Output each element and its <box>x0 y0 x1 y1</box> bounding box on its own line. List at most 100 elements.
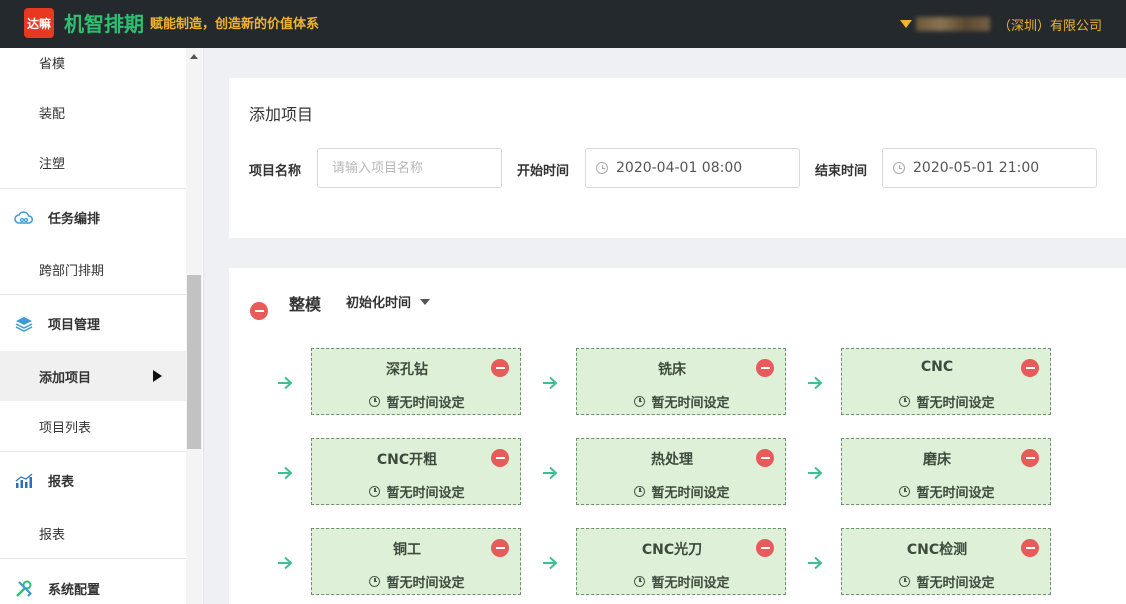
remove-step-button[interactable] <box>756 539 774 557</box>
clock-icon <box>369 486 381 497</box>
clock-icon <box>596 162 608 174</box>
process-card[interactable]: CNC检测暂无时间设定 <box>841 528 1051 595</box>
no-time-text: 暂无时间设定 <box>916 576 995 591</box>
clock-icon <box>634 486 646 497</box>
remove-step-button[interactable] <box>1021 359 1039 377</box>
clock-icon <box>369 396 381 407</box>
sidebar-item-label: 任务编排 <box>48 212 101 227</box>
process-time[interactable]: 暂无时间设定 <box>312 392 522 411</box>
sidebar-item-assembly[interactable]: 装配 <box>0 86 186 138</box>
active-arrow-icon <box>153 370 162 382</box>
sidebar-group-project[interactable]: 项目管理 <box>0 294 186 352</box>
app-name: 机智排期 <box>64 12 144 36</box>
company-name-redacted <box>915 17 990 31</box>
remove-step-button[interactable] <box>491 359 509 377</box>
clock-icon <box>899 396 911 407</box>
end-time-field[interactable]: 2020-05-01 21:00 <box>882 148 1097 188</box>
process-time[interactable]: 暂无时间设定 <box>842 392 1052 411</box>
sidebar-group-report[interactable]: 报表 <box>0 451 186 509</box>
sidebar-item-label: 添加项目 <box>39 370 92 386</box>
app-logo[interactable]: 达嘛 <box>24 8 54 38</box>
sidebar: 省模 装配 注塑 任务编排 跨部门排期 项目管理 添加项目 项目列表 报表 报表 <box>0 48 204 604</box>
init-time-label: 初始化时间 <box>346 296 412 311</box>
start-time-field[interactable]: 2020-04-01 08:00 <box>585 148 800 188</box>
init-time-dropdown[interactable]: 初始化时间 <box>346 292 431 311</box>
no-time-text: 暂无时间设定 <box>651 396 730 411</box>
process-card[interactable]: 热处理 暂无时间设定 <box>576 438 786 505</box>
process-name: 热处理 <box>651 452 693 468</box>
process-card[interactable]: CNC开粗暂无时间设定 <box>311 438 521 505</box>
sidebar-item-report[interactable]: 报表 <box>0 508 186 558</box>
clock-icon <box>899 576 911 587</box>
flow-arrow-icon <box>542 375 558 390</box>
remove-step-button[interactable] <box>756 449 774 467</box>
process-time[interactable]: 暂无时间设定 <box>312 482 522 501</box>
process-time[interactable]: 暂无时间设定 <box>312 572 522 591</box>
remove-step-button[interactable] <box>491 539 509 557</box>
sidebar-item-label: 报表 <box>48 475 75 490</box>
no-time-text: 暂无时间设定 <box>386 576 465 591</box>
no-time-text: 暂无时间设定 <box>651 576 730 591</box>
sidebar-group-task[interactable]: 任务编排 <box>0 188 186 246</box>
process-time[interactable]: 暂无时间设定 <box>842 482 1052 501</box>
remove-step-button[interactable] <box>491 449 509 467</box>
sidebar-scrollbar[interactable] <box>186 48 202 604</box>
process-card[interactable]: CNC光刀 暂无时间设定 <box>576 528 786 595</box>
flow-arrow-icon <box>542 465 558 480</box>
clock-icon <box>369 576 381 587</box>
sidebar-item-label: 省模 <box>39 56 66 72</box>
layers-icon <box>14 314 34 334</box>
sidebar-group-system[interactable]: 系统配置 <box>0 558 186 604</box>
process-name: 铣床 <box>658 362 686 378</box>
clock-icon <box>634 576 646 587</box>
process-time[interactable]: 暂无时间设定 <box>577 482 787 501</box>
remove-section-button[interactable] <box>250 302 268 320</box>
company-name-suffix: （深圳）有限公司 <box>997 18 1102 34</box>
clock-icon <box>634 396 646 407</box>
top-header: 达嘛 机智排期 赋能制造，创造新的价值体系 （深圳）有限公司 <box>0 0 1126 48</box>
company-menu[interactable]: （深圳）有限公司 <box>899 14 1102 34</box>
process-name: 磨床 <box>923 452 951 468</box>
chevron-down-icon <box>420 298 431 305</box>
process-time[interactable]: 暂无时间设定 <box>577 392 787 411</box>
start-time-value: 2020-04-01 08:00 <box>616 160 743 176</box>
chart-icon <box>14 471 34 491</box>
project-name-input[interactable] <box>332 160 482 176</box>
sidebar-item-project-list[interactable]: 项目列表 <box>0 401 186 451</box>
project-name-field[interactable] <box>317 148 502 188</box>
tools-icon <box>14 579 34 599</box>
scroll-up-arrow-icon[interactable] <box>190 54 198 59</box>
sidebar-item-add-project[interactable]: 添加项目 <box>0 351 186 401</box>
no-time-text: 暂无时间设定 <box>651 486 730 501</box>
process-card[interactable]: CNC 暂无时间设定 <box>841 348 1051 415</box>
process-time[interactable]: 暂无时间设定 <box>577 572 787 591</box>
sidebar-item-cross-dept[interactable]: 跨部门排期 <box>0 244 186 294</box>
sidebar-item-shengmo[interactable]: 省模 <box>0 48 186 76</box>
sidebar-item-injection[interactable]: 注塑 <box>0 136 186 188</box>
process-section: 整模 初始化时间 深孔钻 暂无时间设定 铣床 暂无时间设定 CNC 暂无时间设定 CNC开粗… <box>229 268 1126 604</box>
no-time-text: 暂无时间设定 <box>386 486 465 501</box>
sidebar-item-label: 跨部门排期 <box>39 263 105 279</box>
process-card[interactable]: 铣床暂无时间设定 <box>576 348 786 415</box>
no-time-text: 暂无时间设定 <box>916 486 995 501</box>
process-name: CNC检测 <box>906 542 968 558</box>
sidebar-item-label: 装配 <box>39 106 66 122</box>
project-name-label: 项目名称 <box>249 164 302 179</box>
sidebar-item-label: 项目管理 <box>48 318 101 333</box>
remove-step-button[interactable] <box>1021 449 1039 467</box>
sidebar-item-label: 注塑 <box>39 156 66 172</box>
scrollbar-thumb[interactable] <box>187 275 201 449</box>
process-card[interactable]: 铜工暂无时间设定 <box>311 528 521 595</box>
process-name: 铜工 <box>393 542 421 558</box>
process-time[interactable]: 暂无时间设定 <box>842 572 1052 591</box>
process-name: CNC开粗 <box>376 452 438 468</box>
flow-arrow-icon <box>807 555 823 570</box>
clock-icon <box>899 486 911 497</box>
no-time-text: 暂无时间设定 <box>386 396 465 411</box>
process-card[interactable]: 深孔钻 暂无时间设定 <box>311 348 521 415</box>
remove-step-button[interactable] <box>756 359 774 377</box>
sidebar-item-label: 项目列表 <box>39 420 92 436</box>
process-card[interactable]: 磨床暂无时间设定 <box>841 438 1051 505</box>
app-slogan: 赋能制造，创造新的价值体系 <box>150 17 320 32</box>
remove-step-button[interactable] <box>1021 539 1039 557</box>
